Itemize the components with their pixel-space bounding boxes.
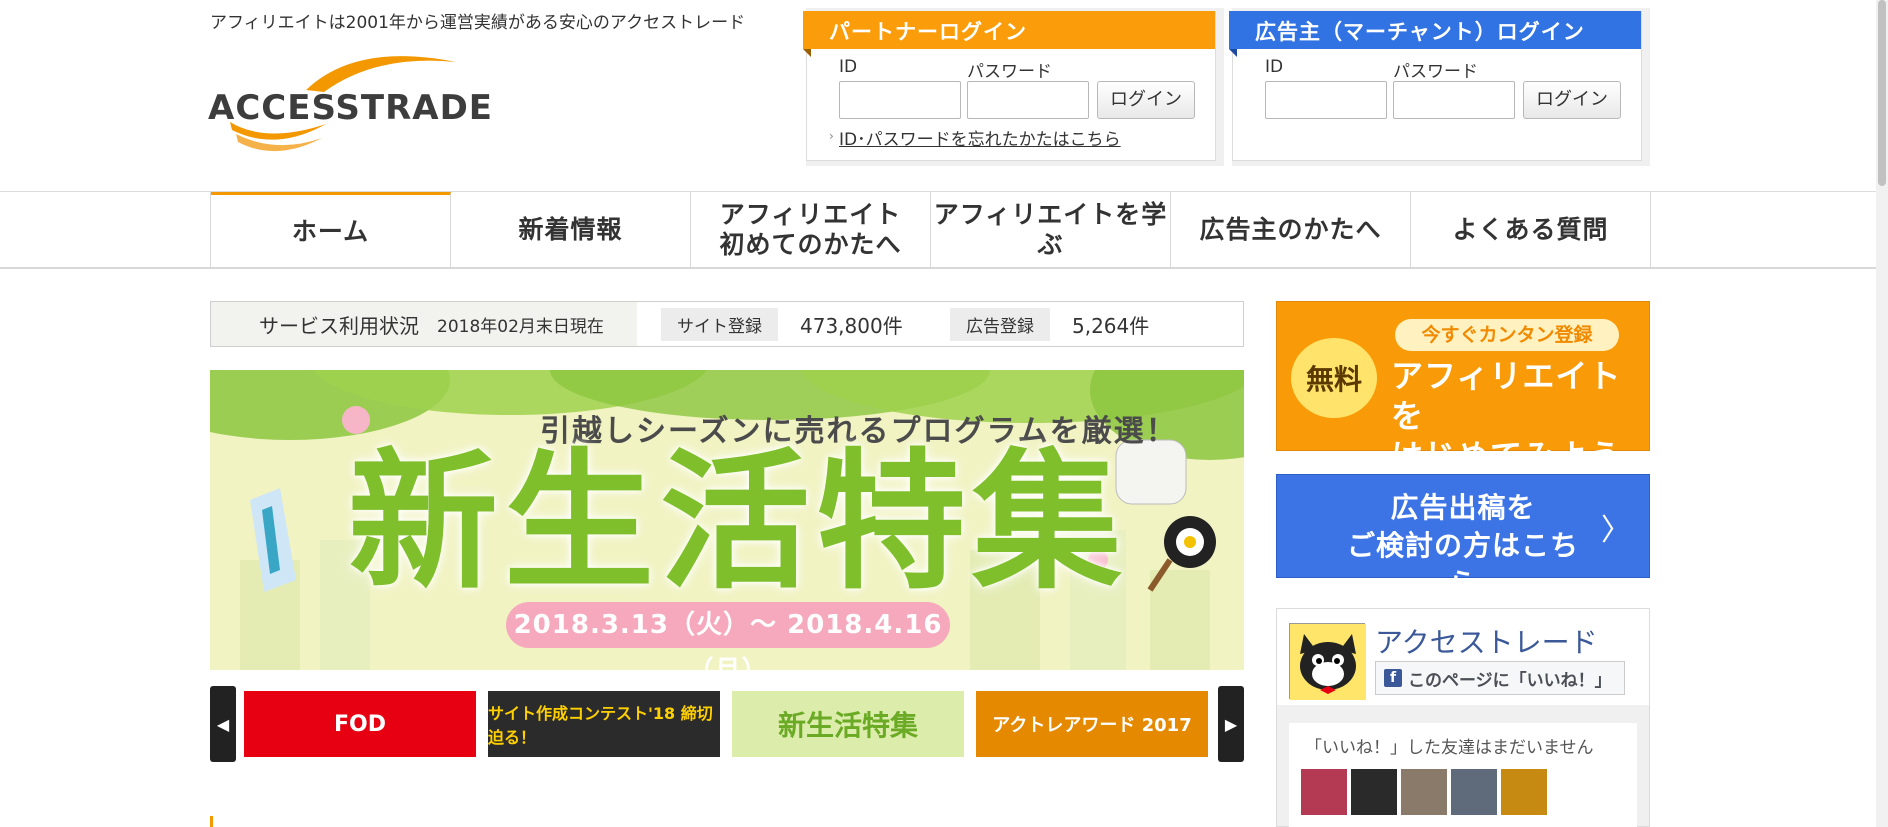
partner-id-label: ID [839, 57, 858, 77]
free-badge: 無料 [1291, 338, 1377, 418]
thumb-label: アクトレアワード 2017 [992, 715, 1192, 736]
carousel-thumb-contest[interactable]: サイト作成コンテスト'18 締切迫る！ [488, 691, 720, 757]
merchant-password-input[interactable] [1393, 81, 1515, 119]
accesstrade-logo[interactable]: ACCESSTRADE [206, 48, 506, 156]
friend-avatar[interactable] [1301, 769, 1347, 815]
facebook-friends-text: 「いいね！」した友達はまだいません [1305, 738, 1594, 758]
thumb-label: サイト作成コンテスト'18 締切迫る！ [488, 704, 713, 747]
section-marker [210, 816, 213, 827]
signup-cta-text: アフィリエイトを はじめてみよう [1391, 356, 1649, 476]
carousel-next-button[interactable]: ▶ [1218, 686, 1244, 762]
nav-item-home[interactable]: ホーム [211, 192, 451, 268]
forgot-arrow-icon: › [829, 129, 834, 143]
merchant-login-title: 広告主（マーチャント）ログイン [1229, 11, 1641, 57]
stats-site-value: 473,800件 [800, 313, 903, 338]
facebook-icon: f [1384, 669, 1402, 687]
main-nav: ホーム 新着情報 アフィリエイト 初めてのかたへ アフィリエイトを学ぶ 広告主の… [0, 191, 1876, 269]
advertiser-cta-text: 広告出稿を ご検討の方はこちら [1333, 489, 1593, 603]
carousel-thumb-award[interactable]: アクトレアワード 2017 [976, 691, 1208, 757]
friend-avatar[interactable] [1501, 769, 1547, 815]
partner-id-input[interactable] [839, 81, 961, 119]
thumb-label: FOD [334, 711, 386, 737]
friend-avatar[interactable] [1351, 769, 1397, 815]
friend-avatar[interactable] [1401, 769, 1447, 815]
banner-title: 新生活特集 [348, 436, 1129, 610]
partner-password-input[interactable] [967, 81, 1089, 119]
signup-pill: 今すぐカンタン登録 [1395, 319, 1619, 351]
nav-item-faq[interactable]: よくある質問 [1411, 192, 1651, 268]
stats-ad-label: 広告登録 [950, 307, 1050, 341]
carousel-thumb-fod[interactable]: FOD [244, 691, 476, 757]
carousel-thumb-new-life[interactable]: 新生活特集 [732, 691, 964, 757]
facebook-page-avatar[interactable] [1289, 623, 1366, 700]
partner-password-label: パスワード [967, 62, 1052, 82]
stats-title: サービス利用状況 [259, 313, 419, 338]
header-tagline: アフィリエイトは2001年から運営実績がある安心のアクセストレード [210, 13, 746, 33]
friend-avatar[interactable] [1451, 769, 1497, 815]
banner-carousel: ◀ FOD サイト作成コンテスト'18 締切迫る！ 新生活特集 アクトレアワード… [210, 686, 1244, 762]
chevron-left-icon: ◀ [216, 714, 230, 734]
feature-banner[interactable]: 引越しシーズンに売れるプログラムを厳選！ 新生活特集 2018.3.13（火）～… [210, 370, 1244, 670]
merchant-id-label: ID [1265, 57, 1284, 77]
advertiser-cta-line2: ご検討の方はこちら [1346, 529, 1579, 600]
facebook-page-name[interactable]: アクセストレード [1375, 621, 1598, 661]
merchant-id-input[interactable] [1265, 81, 1387, 119]
banner-date-range: 2018.3.13（火）～ 2018.4.16（月） [506, 602, 950, 670]
signup-cta-line1: アフィリエイトを [1391, 357, 1622, 435]
partner-login-button[interactable]: ログイン [1097, 81, 1195, 119]
advertiser-cta-banner[interactable]: 広告出稿を ご検討の方はこちら 〉 [1276, 474, 1650, 600]
scrollbar-thumb[interactable] [1878, 0, 1886, 186]
facebook-like-button[interactable]: f このページに「いいね！」 [1375, 661, 1625, 695]
thumb-label: 新生活特集 [777, 709, 918, 742]
merchant-login-button[interactable]: ログイン [1523, 81, 1621, 119]
signup-cta-line2: はじめてみよう [1391, 437, 1623, 475]
page: アフィリエイトは2001年から運営実績がある安心のアクセストレード ACCESS… [0, 0, 1888, 827]
nav-item-advertisers[interactable]: 広告主のかたへ [1171, 192, 1411, 268]
merchant-password-label: パスワード [1393, 62, 1478, 82]
forgot-password-link[interactable]: ID･パスワードを忘れたかたはこちら [839, 125, 1121, 150]
chevron-right-icon: 〉 [1601, 513, 1631, 548]
facebook-widget: アクセストレード f このページに「いいね！」 「いいね！」した友達はまだいませ… [1276, 608, 1650, 827]
logo-text: ACCESSTRADE [208, 88, 494, 128]
partner-login-title: パートナーログイン [803, 11, 1215, 57]
carousel-prev-button[interactable]: ◀ [210, 686, 236, 762]
service-stats-bar: サービス利用状況 2018年02月末日現在 サイト登録 473,800件 広告登… [210, 301, 1244, 347]
merchant-login-panel: 広告主（マーチャント）ログイン ID パスワード ログイン [1229, 8, 1650, 166]
facebook-like-label: このページに「いいね！」 [1408, 670, 1612, 691]
nav-item-beginners[interactable]: アフィリエイト 初めてのかたへ [691, 192, 931, 268]
cat-mascot-icon [1290, 624, 1366, 700]
nav-item-news[interactable]: 新着情報 [451, 192, 691, 268]
stats-ad-value: 5,264件 [1072, 313, 1150, 338]
stats-date: 2018年02月末日現在 [437, 316, 604, 337]
signup-cta-banner[interactable]: 無料 今すぐカンタン登録 アフィリエイトを はじめてみよう [1276, 301, 1650, 475]
chevron-right-icon: ▶ [1224, 714, 1238, 734]
stats-site-label: サイト登録 [661, 307, 778, 341]
partner-login-panel: パートナーログイン ID パスワード ログイン › ID･パスワードを忘れたかた… [803, 8, 1224, 166]
advertiser-cta-line1: 広告出稿を [1390, 491, 1536, 524]
nav-item-learn[interactable]: アフィリエイトを学ぶ [931, 192, 1171, 268]
page-scrollbar[interactable] [1876, 0, 1888, 827]
facebook-friends-panel: 「いいね！」した友達はまだいません [1289, 723, 1637, 827]
